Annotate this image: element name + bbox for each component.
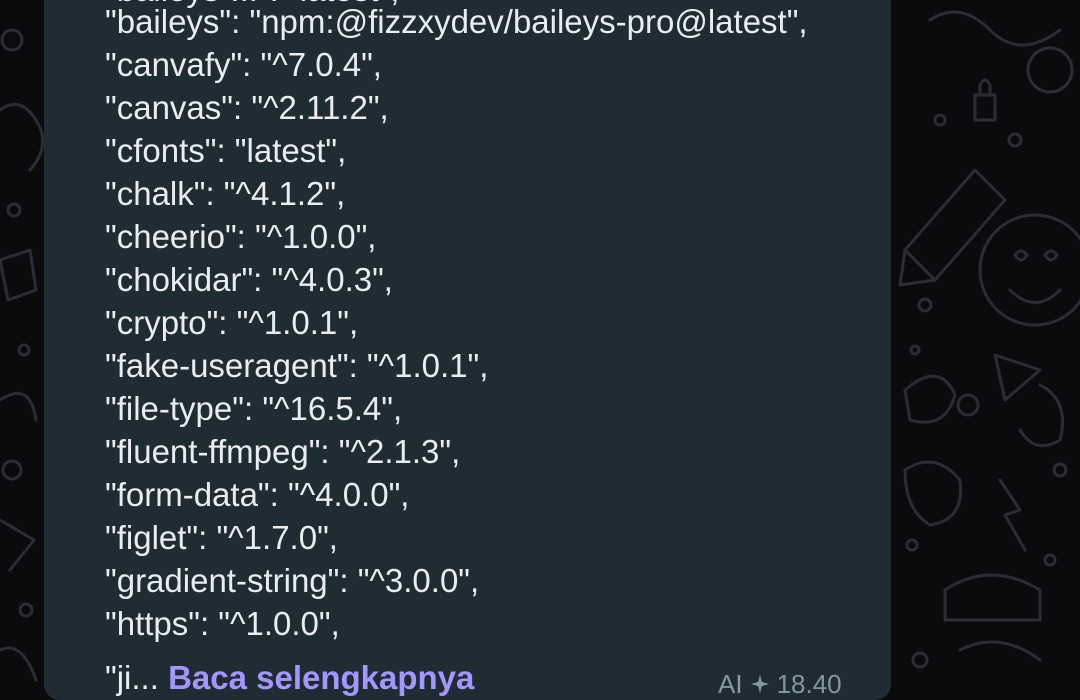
code-line: "figlet": "^1.7.0", — [105, 519, 338, 556]
code-line: "canvas": "^2.11.2", — [105, 89, 389, 126]
code-line: "cheerio": "^1.0.0", — [105, 218, 377, 255]
truncated-text: "ji... — [105, 659, 159, 696]
message-time: 18.40 — [776, 669, 842, 699]
code-line: "fake-useragent": "^1.0.1", — [105, 347, 489, 384]
code-line: "canvafy": "^7.0.4", — [105, 46, 382, 83]
message-meta: AI 18.40 — [718, 668, 842, 700]
ai-label: AI — [718, 669, 743, 699]
read-more-link[interactable]: Baca selengkapnya — [168, 659, 474, 696]
code-line: "https": "^1.0.0", — [105, 605, 340, 642]
code-line: "cfonts": "latest", — [105, 132, 347, 169]
code-line: "file-type": "^16.5.4", — [105, 390, 403, 427]
code-line: "form-data": "^4.0.0", — [105, 476, 410, 513]
code-line: "fluent-ffmpeg": "^2.1.3", — [105, 433, 461, 470]
message-text: "baileys": "npm:@fizzxydev/baileys-pro@l… — [105, 0, 885, 645]
code-line: "chalk": "^4.1.2", — [105, 175, 346, 212]
truncated-line: "ji... Baca selengkapnya — [105, 656, 474, 699]
code-line: "crypto": "^1.0.1", — [105, 304, 359, 341]
code-line: "gradient-string": "^3.0.0", — [105, 562, 480, 599]
ai-sparkle-icon — [750, 675, 769, 693]
code-line: "chokidar": "^4.0.3", — [105, 261, 393, 298]
code-line: "baileys": "npm:@fizzxydev/baileys-pro@l… — [105, 3, 808, 40]
